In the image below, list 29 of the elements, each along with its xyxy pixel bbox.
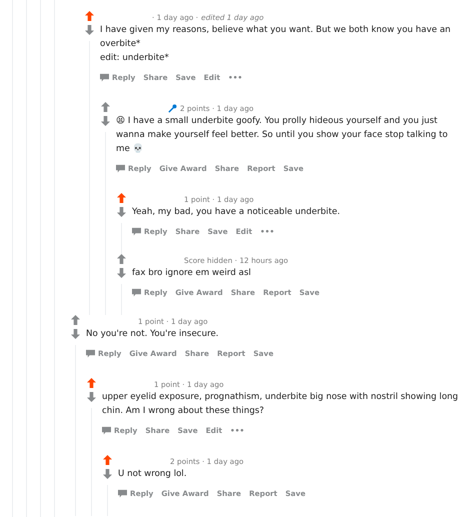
comment-icon xyxy=(132,288,141,297)
comment-icon xyxy=(116,164,125,173)
upvote-icon[interactable] xyxy=(116,193,126,203)
downvote-icon[interactable] xyxy=(70,329,80,339)
upvote-icon[interactable] xyxy=(86,378,96,388)
comment-icon xyxy=(118,489,127,498)
upvote-icon[interactable] xyxy=(116,254,126,264)
comment-text: upper eyelid exposure, prognathism, underbite big nose with nostril showing long chin. Am I wrong about these things? xyxy=(102,391,460,418)
upvote-icon[interactable] xyxy=(100,102,110,112)
comment-icon xyxy=(132,227,141,236)
microphone-icon xyxy=(168,104,177,112)
upvote-icon[interactable] xyxy=(70,315,80,325)
upvote-icon[interactable] xyxy=(102,455,112,465)
downvote-icon[interactable] xyxy=(100,116,110,126)
downvote-icon[interactable] xyxy=(86,392,96,402)
comment-text: edit: underbite* xyxy=(100,52,170,65)
downvote-icon[interactable] xyxy=(116,207,126,217)
comment-text: fax bro ignore em weird asl xyxy=(132,267,252,280)
comment-text: 😫 I have a small underbite goofy. You prolly hideous yourself and you just wanna make yourself feel better. So until you show your face stop talking to me 💀 xyxy=(116,115,449,156)
downvote-icon[interactable] xyxy=(84,25,94,35)
comment-text: No you're not. You're insecure. xyxy=(86,328,220,341)
comment-icon xyxy=(102,426,111,435)
comment-text: U not wrong lol. xyxy=(118,468,188,481)
downvote-icon[interactable] xyxy=(116,268,126,278)
comment-icon xyxy=(100,73,109,82)
upvote-icon[interactable] xyxy=(84,11,94,21)
comment-icon xyxy=(86,349,95,358)
comment-text: Yeah, my bad, you have a noticeable underbite. xyxy=(132,206,341,219)
downvote-icon[interactable] xyxy=(102,469,112,479)
